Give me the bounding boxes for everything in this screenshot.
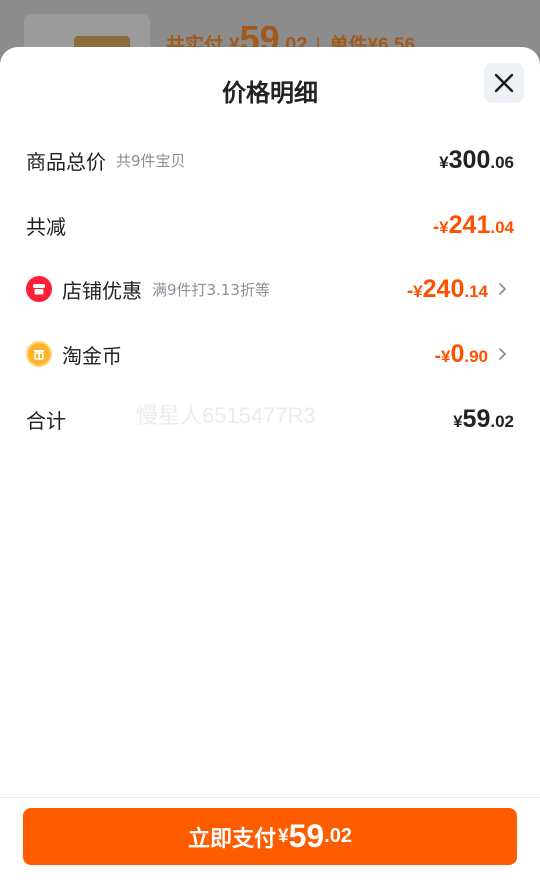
amount-integer: 241 [448,210,491,239]
total-reduction-label: 共减 [26,214,66,239]
price-detail-sheet: 价格明细 商品总价 共9件宝贝 ¥ 300 .06 共减 - ¥ 241 .04… [0,47,540,886]
sum-label: 合计 [26,408,66,433]
pay-amount-decimal: .02 [324,825,352,847]
goods-total-amount: ¥ 300 .06 [439,146,514,175]
close-icon [494,73,514,93]
taojinbi-amount: - ¥ 0 .90 [435,340,488,369]
goods-count: 共9件宝贝 [116,151,186,170]
row-sum: 合计 ¥ 59 .02 [26,399,514,439]
amount-decimal: .04 [490,217,514,237]
currency-symbol: ¥ [453,411,463,431]
close-button[interactable] [484,63,524,103]
row-total-reduction: 共减 - ¥ 241 .04 [26,205,514,245]
currency-symbol: ¥ [413,281,423,301]
pay-button-label: 立即支付 [188,826,277,852]
sheet-title: 价格明细 [222,79,318,107]
coin-icon [26,341,52,367]
row-shop-discount[interactable]: 店铺优惠 满9件打3.13折等 - ¥ 240 .14 [26,269,510,309]
currency-symbol: ¥ [440,346,451,366]
amount-integer: 300 [448,145,491,174]
pay-now-button[interactable]: 立即支付 ¥ 59 .02 [23,808,517,865]
chevron-right-icon [499,283,507,295]
pay-currency: ¥ [278,825,289,847]
shop-discount-desc: 满9件打3.13折等 [152,280,270,299]
amount-decimal: .02 [490,411,514,431]
amount-decimal: .90 [464,346,488,366]
sum-amount: ¥ 59 .02 [453,405,514,434]
amount-decimal: .14 [464,281,488,301]
shop-discount-amount: - ¥ 240 .14 [407,275,488,304]
chevron-right-icon [499,348,507,360]
row-goods-total: 商品总价 共9件宝贝 ¥ 300 .06 [26,140,514,180]
amount-integer: 0 [450,339,465,368]
shop-discount-label: 店铺优惠 [62,278,142,303]
row-taojinbi[interactable]: 淘金币 - ¥ 0 .90 [26,334,510,374]
taojinbi-label: 淘金币 [62,343,122,368]
shop-icon [26,276,52,302]
pay-amount-integer: 59 [288,818,325,854]
goods-total-label: 商品总价 [26,149,106,174]
amount-decimal: .06 [490,152,514,172]
currency-symbol: ¥ [439,217,449,237]
footer-divider [0,797,540,798]
total-reduction-amount: - ¥ 241 .04 [433,211,514,240]
amount-integer: 59 [462,404,491,433]
currency-symbol: ¥ [439,152,449,172]
amount-integer: 240 [422,274,465,303]
